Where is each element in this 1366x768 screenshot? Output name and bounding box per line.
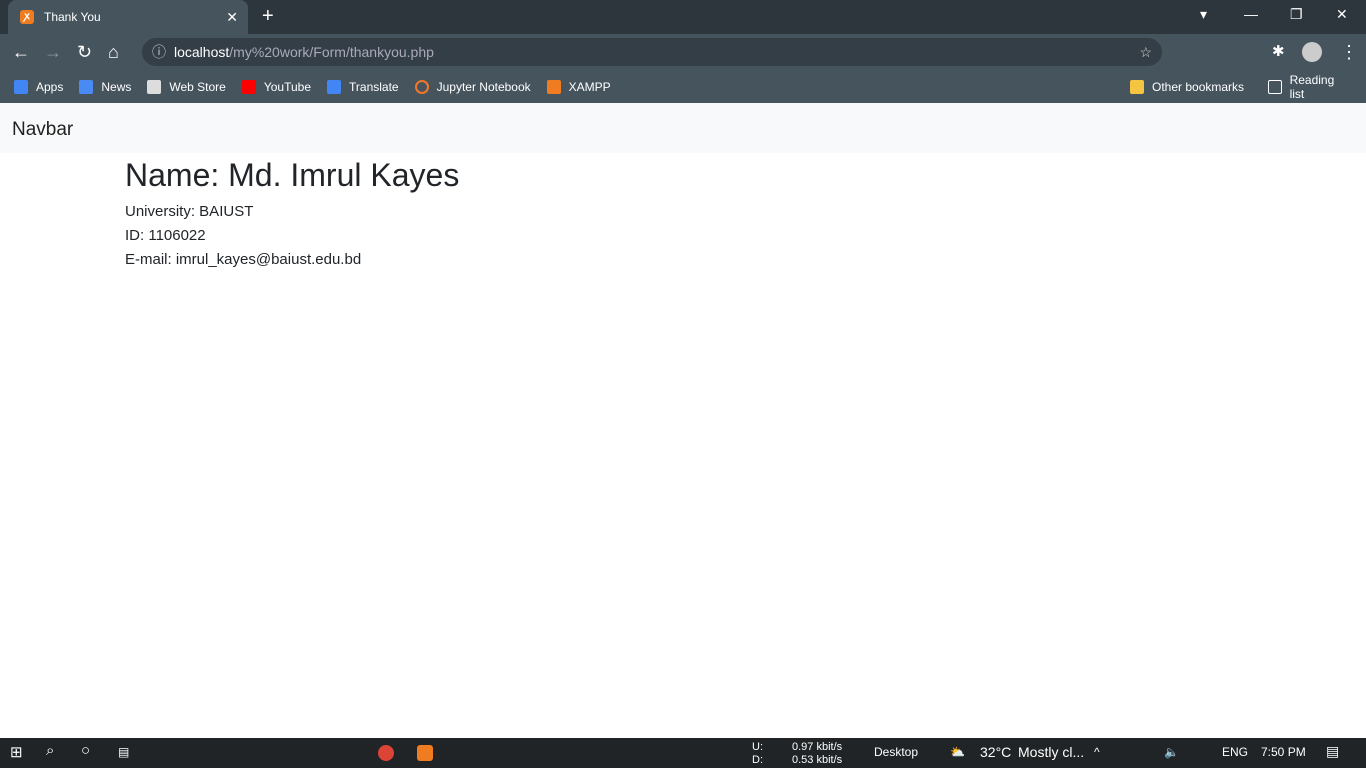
- youtube-icon: [241, 79, 256, 94]
- toolbar: ← → ↻ ⌂ ⓘ localhost/my%20work/Form/thank…: [0, 34, 1366, 70]
- forward-icon[interactable]: →: [44, 42, 62, 63]
- menu-icon[interactable]: ⋮: [1340, 42, 1358, 63]
- reload-icon[interactable]: ↻: [77, 42, 92, 63]
- translate-icon: [327, 79, 342, 94]
- down-speed: 0.53 kbit/s: [792, 754, 843, 766]
- up-label: U:: [752, 741, 763, 753]
- bookmarks-bar: Apps News Web Store YouTube Translate Ju…: [0, 70, 1366, 103]
- notifications-icon[interactable]: ▤: [1326, 743, 1339, 760]
- net-speeds: 0.97 kbit/s 0.53 kbit/s: [792, 741, 842, 767]
- search-icon[interactable]: ⌕: [46, 742, 54, 759]
- up-speed: 0.97 kbit/s: [792, 741, 843, 753]
- xampp-icon: [546, 79, 561, 94]
- main-content: Name: Md. Imrul Kayes University: BAIUST…: [0, 157, 1366, 272]
- clock[interactable]: 7:50 PM: [1261, 745, 1306, 759]
- name-heading: Name: Md. Imrul Kayes: [125, 157, 460, 193]
- taskbar: ⊞ ⌕ ○ ▤ U: D: 0.97 kbit/s 0.53 kbit/s Desk…: [0, 738, 1366, 768]
- tab-bar: ꭗ Thank You ✕ + ▾ — ❐ ✕: [0, 0, 1366, 34]
- cortana-icon[interactable]: ○: [81, 742, 90, 759]
- other-bookmarks[interactable]: Other bookmarks: [1130, 79, 1245, 94]
- other-bookmarks-label: Other bookmarks: [1152, 79, 1245, 94]
- bookmark-web-store[interactable]: Web Store: [147, 79, 226, 94]
- net-labels: U: D:: [752, 741, 763, 767]
- bookmark-label: YouTube: [263, 79, 312, 94]
- show-hidden-icons[interactable]: ^: [1094, 745, 1100, 759]
- bookmark-label: Translate: [349, 79, 399, 94]
- bookmark-label: Jupyter Notebook: [436, 79, 531, 94]
- reading-list-label: Reading list: [1289, 72, 1335, 101]
- folder-icon: [1130, 79, 1144, 94]
- tab-title: Thank You: [44, 10, 101, 24]
- url-path: /my%20work/Form/thankyou.php: [229, 44, 434, 60]
- new-tab-button[interactable]: +: [262, 5, 274, 28]
- news-icon: [79, 79, 94, 94]
- desktop-toolbar[interactable]: Desktop: [874, 745, 918, 759]
- navbar: Navbar: [0, 103, 1366, 153]
- volume-icon[interactable]: 🔈: [1164, 745, 1179, 759]
- task-view-icon[interactable]: ▤: [118, 745, 129, 759]
- restore-button[interactable]: ❐: [1290, 6, 1303, 23]
- bookmark-news[interactable]: News: [79, 79, 132, 94]
- reading-list[interactable]: Reading list: [1268, 73, 1350, 101]
- reading-list-icon: [1268, 79, 1282, 94]
- bookmark-label: XAMPP: [568, 79, 611, 94]
- url-host: localhost: [174, 44, 230, 60]
- weather-icon: ⛅: [950, 745, 965, 759]
- apps-icon: [14, 79, 28, 94]
- close-window-button[interactable]: ✕: [1336, 6, 1348, 23]
- id-text: ID: 1106022: [125, 227, 206, 244]
- info-icon: ⓘ: [152, 44, 166, 60]
- bookmark-xampp[interactable]: XAMPP: [546, 79, 611, 94]
- bookmark-label: Web Store: [169, 79, 226, 94]
- bookmark-youtube[interactable]: YouTube: [241, 79, 312, 94]
- minimize-button[interactable]: —: [1244, 6, 1258, 22]
- xampp-icon: ꭗ: [20, 10, 34, 24]
- bookmark-jupyter[interactable]: Jupyter Notebook: [414, 79, 531, 94]
- jupyter-icon: [414, 79, 429, 94]
- home-icon[interactable]: ⌂: [108, 42, 119, 63]
- address-bar[interactable]: ⓘ localhost/my%20work/Form/thankyou.php …: [142, 38, 1162, 66]
- bookmark-apps[interactable]: Apps: [14, 79, 64, 94]
- tab-search-icon[interactable]: ▾: [1200, 6, 1207, 23]
- email-text: E-mail: imrul_kayes@baiust.edu.bd: [125, 251, 362, 268]
- chrome-icon[interactable]: [378, 745, 394, 761]
- bookmark-label: Apps: [36, 79, 64, 94]
- bookmark-label: News: [101, 79, 132, 94]
- navbar-brand[interactable]: Navbar: [12, 119, 73, 140]
- temperature[interactable]: 32°C: [980, 744, 1011, 760]
- close-tab-icon[interactable]: ✕: [226, 9, 238, 26]
- language[interactable]: ENG: [1222, 745, 1248, 759]
- bookmark-translate[interactable]: Translate: [327, 79, 399, 94]
- star-icon[interactable]: ☆: [1139, 38, 1152, 66]
- avatar[interactable]: [1302, 42, 1322, 62]
- tab-thank-you[interactable]: ꭗ Thank You ✕: [8, 0, 248, 34]
- extensions-icon[interactable]: ✱: [1272, 42, 1285, 60]
- xampp-taskbar-icon[interactable]: [417, 745, 433, 761]
- web-store-icon: [147, 79, 162, 94]
- windows-start-icon[interactable]: ⊞: [10, 743, 23, 761]
- down-label: D:: [752, 754, 763, 766]
- back-icon[interactable]: ←: [12, 42, 30, 63]
- weather-text[interactable]: Mostly cl...: [1018, 744, 1084, 760]
- university-text: University: BAIUST: [125, 203, 254, 220]
